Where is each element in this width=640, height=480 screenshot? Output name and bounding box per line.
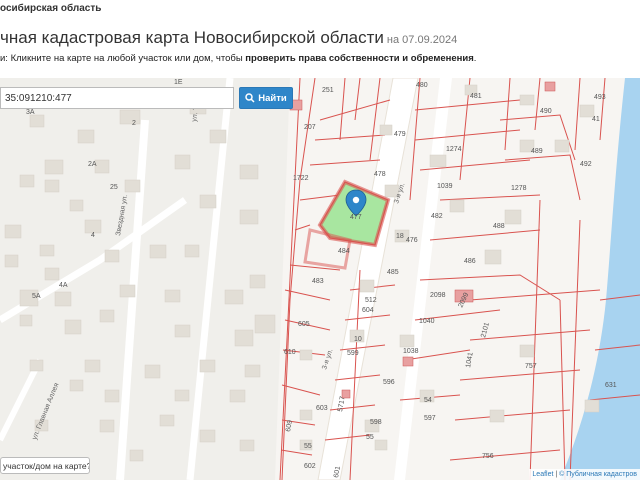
parcel-label: 1278: [511, 185, 527, 192]
parcel-label: 2098: [430, 292, 446, 299]
cadastral-map[interactable]: 251 207 480 481 490 493 41 479 1274 489 …: [0, 78, 640, 480]
parcel-label: 480: [416, 82, 428, 89]
parcel-label: 1722: [293, 175, 309, 182]
parcel-label: 478: [374, 171, 386, 178]
parcel-label: 489: [531, 148, 543, 155]
parcel-label: 4: [91, 232, 95, 239]
parcel-label: 486: [464, 258, 476, 265]
parcel-label: 605: [298, 321, 310, 328]
parcel-label: 10: [354, 336, 362, 343]
map-attribution: Leaflet | © Публичная кадастров: [529, 469, 640, 480]
parcel-label: 631: [605, 382, 617, 389]
parcel-label: 756: [482, 453, 494, 460]
parcel-label: 602: [304, 463, 316, 470]
parcel-label: 479: [394, 131, 406, 138]
page-title: чная кадастровая карта Новосибирской обл…: [0, 28, 457, 48]
parcel-label: 1274: [446, 146, 462, 153]
help-button[interactable]: участок/дом на карте?: [0, 457, 90, 474]
parcel-label: 18: [396, 233, 404, 240]
parcel-label: 4A: [59, 282, 68, 289]
parcel-label: 25: [110, 184, 118, 191]
page-title-text: чная кадастровая карта Новосибирской обл…: [0, 28, 384, 47]
parcel-label: 485: [387, 269, 399, 276]
parcel-label: 3A: [26, 109, 35, 116]
parcel-label: 5A: [32, 293, 41, 300]
parcel-label: 493: [594, 94, 606, 101]
parcel-label: 598: [370, 419, 382, 426]
hint-suffix: .: [473, 53, 477, 64]
parcel-label: 603: [316, 405, 328, 412]
parcel-label: 2A: [88, 161, 97, 168]
parcel-label: 490: [540, 108, 552, 115]
hint-bold: проверить права собственности и обремене…: [245, 53, 474, 64]
parcel-label: 757: [525, 363, 537, 370]
parcel-label: 41: [592, 116, 600, 123]
parcel-label: 492: [580, 161, 592, 168]
usage-hint: и: Кликните на карте на любой участок ил…: [0, 53, 476, 64]
parcel-label: 476: [406, 237, 418, 244]
parcel-label: 610: [284, 349, 296, 356]
parcel-label: 483: [312, 278, 324, 285]
page-header: осибирская область чная кадастровая карт…: [0, 0, 640, 78]
search-button-label: Найти: [258, 92, 287, 104]
parcel-label: 1038: [403, 348, 419, 355]
map-date: на 07.09.2024: [386, 34, 458, 46]
parcel-label: 251: [322, 87, 334, 94]
parcel-label: 512: [365, 297, 377, 304]
parcel-label: 482: [431, 213, 443, 220]
parcel-label: 599: [347, 350, 359, 357]
parcel-label: 55: [304, 443, 312, 450]
search-icon: [245, 93, 255, 103]
map-canvas[interactable]: 251 207 480 481 490 493 41 479 1274 489 …: [0, 78, 640, 480]
parcel-label: 54: [424, 397, 432, 404]
parcel-label: 604: [362, 307, 374, 314]
parcel-label: 484: [338, 248, 350, 255]
leaflet-link[interactable]: Leaflet: [532, 471, 553, 478]
source-link[interactable]: © Публичная кадастров: [559, 471, 637, 478]
parcel-label: 1E: [174, 79, 183, 86]
parcel-label: 2: [132, 120, 136, 127]
parcel-label: 488: [493, 223, 505, 230]
parcel-label: 1040: [419, 318, 435, 325]
parcel-label: 55: [366, 434, 374, 441]
parcel-label: 1039: [437, 183, 453, 190]
hint-prefix: и: Кликните на карте на любой участок ил…: [0, 53, 246, 64]
parcel-label: 596: [383, 379, 395, 386]
breadcrumb[interactable]: осибирская область: [0, 3, 101, 14]
parcel-label: 207: [304, 124, 316, 131]
search-button[interactable]: Найти: [239, 87, 293, 109]
parcel-label: 597: [424, 415, 436, 422]
selected-parcel-label: 477: [350, 214, 362, 221]
parcel-label: 481: [470, 93, 482, 100]
search-input[interactable]: [0, 87, 234, 109]
